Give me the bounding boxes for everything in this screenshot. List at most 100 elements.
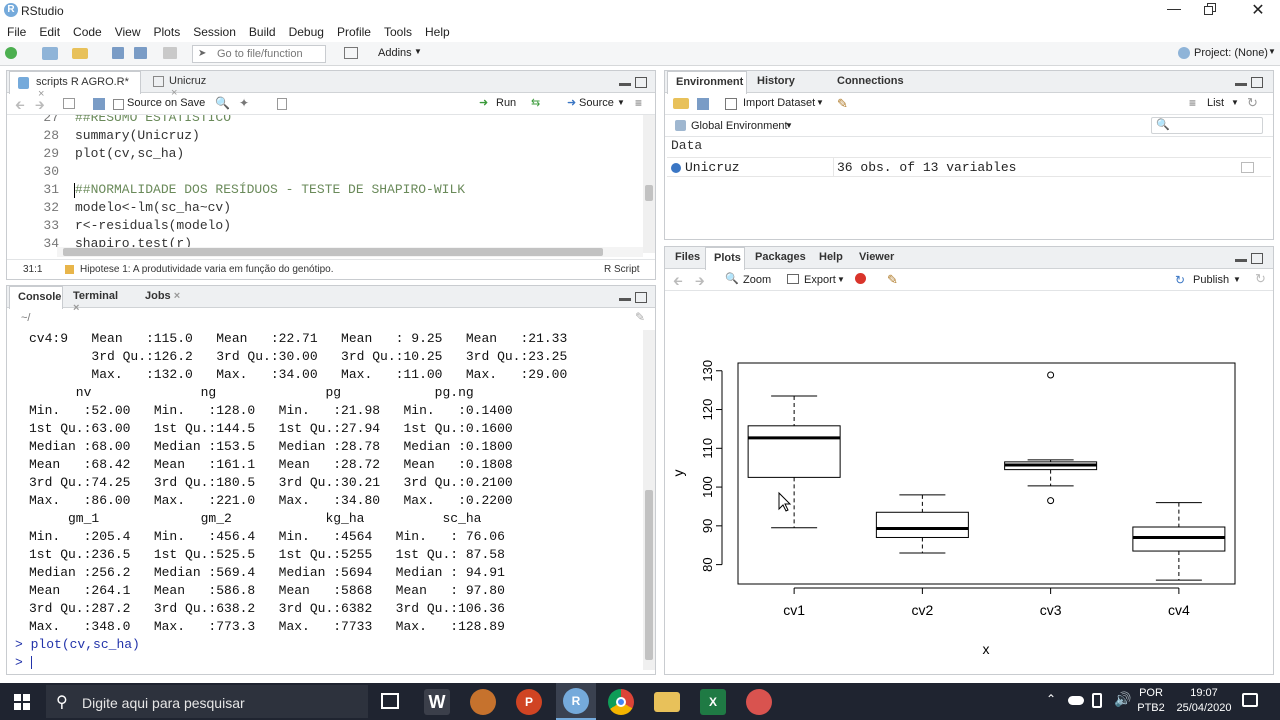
- section-navigator[interactable]: Hipotese 1: A produtividade varia em fun…: [80, 264, 334, 275]
- environment-search-input[interactable]: 🔍: [1151, 117, 1263, 134]
- view-table-icon[interactable]: [1241, 162, 1254, 173]
- file-explorer-icon[interactable]: [654, 692, 680, 712]
- tab-connections[interactable]: Connections: [829, 71, 911, 93]
- tab-files[interactable]: Files: [667, 247, 705, 269]
- tab-unicruz[interactable]: Unicruz ×: [145, 71, 219, 99]
- minimize-pane-icon[interactable]: [1235, 83, 1247, 86]
- search-icon[interactable]: 🔍: [215, 96, 230, 110]
- excel-icon[interactable]: X: [700, 689, 726, 715]
- expand-circle-icon[interactable]: [671, 163, 681, 173]
- outline-icon[interactable]: ≡: [635, 96, 642, 110]
- save-icon[interactable]: [112, 47, 124, 59]
- editor-vertical-scrollbar[interactable]: [643, 115, 655, 253]
- next-plot-icon[interactable]: 🡲: [695, 272, 705, 293]
- export-menu[interactable]: Export: [804, 274, 836, 286]
- editor-horizontal-scrollbar[interactable]: [57, 247, 643, 257]
- forward-arrow-icon[interactable]: 🡲: [35, 96, 45, 117]
- tab-plots[interactable]: Plots: [705, 247, 745, 270]
- show-hidden-icons-icon[interactable]: ⌃: [1046, 692, 1056, 706]
- windows-start-icon[interactable]: [14, 694, 30, 710]
- powerpoint-icon[interactable]: P: [516, 689, 542, 715]
- tab-script[interactable]: scripts R AGRO.R* ×: [9, 71, 141, 100]
- maximize-pane-icon[interactable]: [635, 77, 647, 88]
- tab-console[interactable]: Console: [9, 286, 63, 309]
- menu-session[interactable]: Session: [186, 22, 242, 39]
- new-file-icon[interactable]: [5, 47, 17, 59]
- menu-code[interactable]: Code: [66, 22, 108, 39]
- broom-icon[interactable]: ✎: [837, 96, 848, 112]
- clear-console-icon[interactable]: ✎: [635, 310, 645, 324]
- menu-build[interactable]: Build: [242, 22, 282, 39]
- app-paw-icon[interactable]: [746, 689, 772, 715]
- network-icon[interactable]: [1092, 693, 1102, 708]
- rstudio-taskbar-active[interactable]: R: [556, 683, 596, 720]
- clear-plots-broom-icon[interactable]: ✎: [887, 272, 898, 288]
- tab-jobs[interactable]: Jobs ×: [137, 286, 191, 308]
- import-dataset-menu[interactable]: Import Dataset: [743, 97, 815, 109]
- save-workspace-icon[interactable]: [697, 98, 709, 110]
- run-button[interactable]: Run: [496, 97, 516, 109]
- remove-plot-icon[interactable]: [855, 273, 866, 284]
- taskbar-search-box[interactable]: ⚲ Digite aqui para pesquisar: [46, 685, 368, 718]
- console-input-line[interactable]: >: [15, 654, 32, 670]
- tab-history[interactable]: History: [749, 71, 805, 93]
- maximize-pane-icon[interactable]: [635, 292, 647, 303]
- publish-menu[interactable]: Publish: [1193, 274, 1229, 286]
- maximize-button[interactable]: [1204, 3, 1218, 16]
- menu-file[interactable]: File: [0, 22, 32, 39]
- project-menu[interactable]: Project: (None): [1194, 47, 1268, 59]
- print-icon[interactable]: [163, 47, 177, 59]
- menu-plots[interactable]: Plots: [147, 22, 187, 39]
- save-file-icon[interactable]: [93, 98, 105, 110]
- menu-profile[interactable]: Profile: [330, 22, 377, 39]
- task-view-icon[interactable]: [381, 693, 399, 709]
- minimize-pane-icon[interactable]: [1235, 259, 1247, 262]
- console-output[interactable]: cv4:9 Mean :115.0 Mean :22.71 Mean : 9.2…: [7, 330, 643, 670]
- menu-help[interactable]: Help: [418, 22, 456, 39]
- menu-debug[interactable]: Debug: [282, 22, 330, 39]
- environment-scope-menu[interactable]: Global Environment: [691, 120, 788, 132]
- minimize-pane-icon[interactable]: [619, 83, 631, 86]
- grid-layout-icon[interactable]: [344, 47, 358, 59]
- addins-menu[interactable]: Addins: [378, 47, 412, 59]
- tab-help[interactable]: Help: [811, 247, 851, 269]
- back-arrow-icon[interactable]: 🡰: [15, 96, 25, 117]
- app-paint-icon[interactable]: [470, 689, 496, 715]
- refresh-icon[interactable]: ↻: [1247, 95, 1258, 111]
- source-on-save-checkbox[interactable]: [113, 99, 124, 110]
- close-tab-icon[interactable]: ×: [174, 290, 180, 302]
- code-area[interactable]: 27 ##RESUMO ESTATÍSTICO 28 summary(Unicruz…: [7, 115, 643, 253]
- maximize-pane-icon[interactable]: [1251, 77, 1263, 88]
- new-project-icon[interactable]: [42, 47, 58, 60]
- file-type-menu[interactable]: R Script: [604, 264, 640, 275]
- tab-viewer[interactable]: Viewer: [851, 247, 903, 269]
- close-window-button[interactable]: ✕: [1248, 0, 1268, 22]
- load-workspace-icon[interactable]: [673, 98, 689, 109]
- goto-file-input[interactable]: Go to file/function: [192, 45, 326, 63]
- rerun-icon[interactable]: ⇆: [531, 96, 540, 109]
- menu-view[interactable]: View: [108, 22, 147, 39]
- list-view-menu[interactable]: List: [1207, 97, 1224, 109]
- minimize-button[interactable]: —: [1160, 0, 1188, 22]
- notification-icon[interactable]: [1242, 693, 1258, 707]
- keyboard-language[interactable]: POR PTB2: [1136, 686, 1166, 716]
- chrome-icon[interactable]: [608, 689, 634, 715]
- refresh-plot-icon[interactable]: ↻: [1255, 271, 1266, 287]
- show-in-window-icon[interactable]: [63, 98, 75, 109]
- save-all-icon[interactable]: [134, 47, 147, 59]
- notebook-icon[interactable]: [277, 98, 287, 110]
- source-button[interactable]: Source: [579, 97, 614, 109]
- prev-plot-icon[interactable]: 🡰: [673, 272, 683, 293]
- close-tab-icon[interactable]: ×: [73, 302, 79, 314]
- volume-icon[interactable]: 🔊: [1114, 691, 1131, 708]
- menu-tools[interactable]: Tools: [377, 22, 418, 39]
- tab-environment[interactable]: Environment: [667, 71, 747, 94]
- source-chevron-icon[interactable]: ▼: [617, 98, 625, 107]
- maximize-pane-icon[interactable]: [1251, 253, 1263, 264]
- wand-icon[interactable]: ✦: [239, 96, 249, 110]
- zoom-button[interactable]: Zoom: [743, 274, 771, 286]
- taskbar-clock[interactable]: 19:07 25/04/2020: [1172, 686, 1236, 716]
- minimize-pane-icon[interactable]: [619, 298, 631, 301]
- open-folder-icon[interactable]: [72, 48, 88, 59]
- onedrive-icon[interactable]: [1068, 696, 1084, 705]
